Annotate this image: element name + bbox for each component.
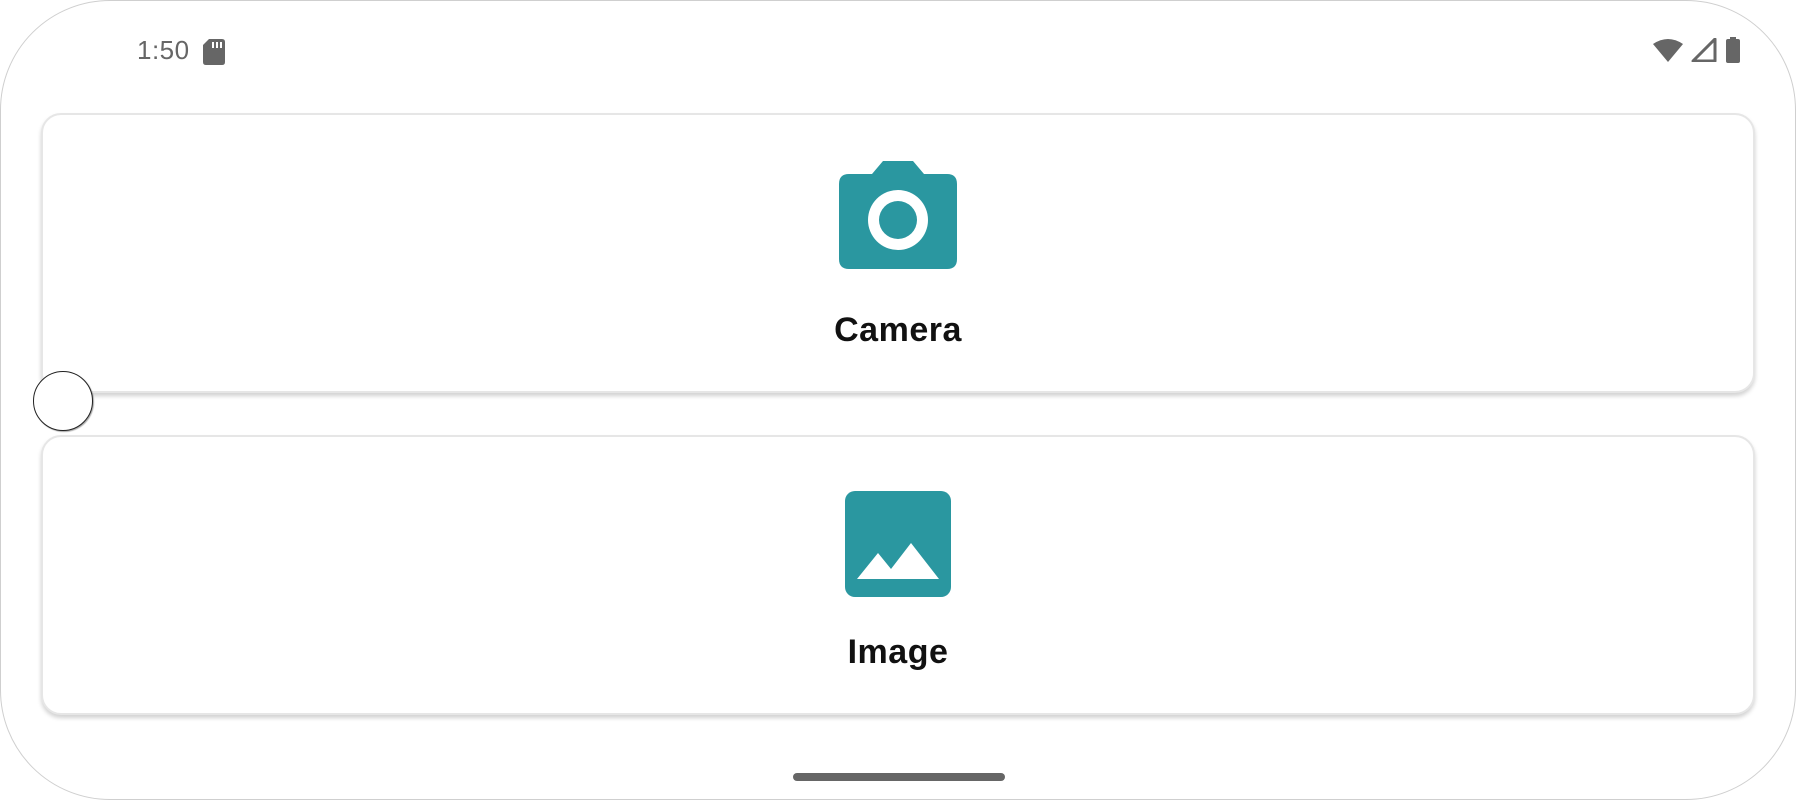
camera-option-card[interactable]: Camera	[41, 113, 1755, 393]
image-option-label: Image	[847, 633, 949, 671]
floating-handle[interactable]	[33, 371, 93, 431]
battery-icon	[1725, 37, 1741, 68]
camera-option-label: Camera	[834, 311, 962, 349]
status-time: 1:50	[137, 35, 190, 65]
camera-icon	[839, 161, 957, 269]
wifi-icon	[1653, 38, 1683, 67]
image-icon	[845, 491, 951, 597]
cell-signal-icon	[1691, 37, 1717, 67]
device-frame: 1:50 Camera Image	[0, 0, 1796, 800]
home-indicator[interactable]	[793, 773, 1005, 781]
status-bar: 1:50	[1, 29, 1795, 73]
image-option-card[interactable]: Image	[41, 435, 1755, 715]
sd-card-icon	[203, 39, 225, 65]
status-icons	[1653, 37, 1741, 68]
